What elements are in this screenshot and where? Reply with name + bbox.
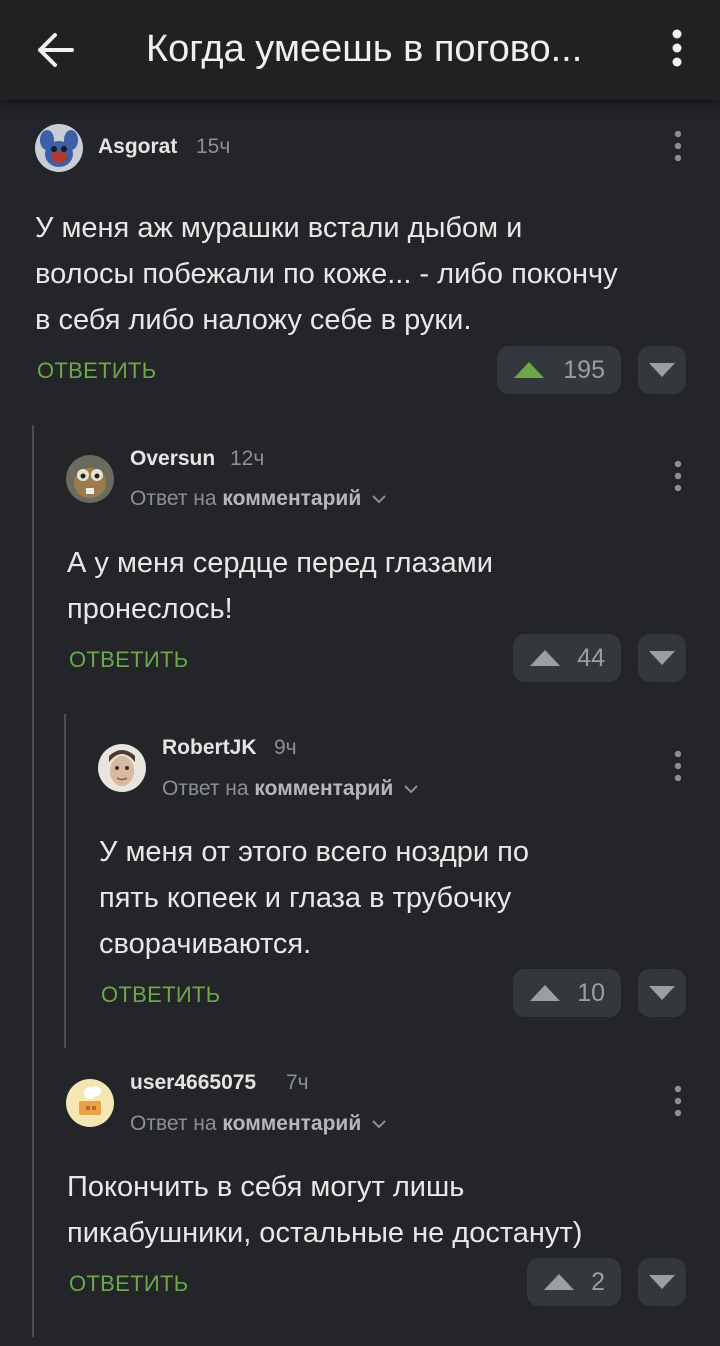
reply-button[interactable]: ОТВЕТИТЬ (101, 982, 220, 1008)
username[interactable]: user4665075 (130, 1071, 256, 1095)
reply-to-link[interactable]: Ответ на комментарий (130, 487, 387, 511)
more-vertical-icon[interactable] (668, 456, 688, 496)
vote-count: 44 (577, 644, 605, 672)
comment-text: А у меня сердце перед глазами пронеслось… (67, 540, 687, 632)
username[interactable]: Asgorat (98, 135, 177, 159)
reply-to-prefix: Ответ на (162, 777, 255, 800)
downvote-button[interactable] (638, 1258, 686, 1306)
upvote-button[interactable]: 2 (527, 1258, 621, 1306)
upvote-arrow-icon (544, 1274, 574, 1290)
upvote-button[interactable]: 10 (513, 969, 621, 1017)
downvote-button[interactable] (638, 969, 686, 1017)
avatar[interactable] (35, 124, 83, 172)
avatar[interactable] (66, 455, 114, 503)
reply-to-target: комментарий (254, 777, 394, 800)
thread-line (64, 714, 66, 1048)
upvote-arrow-icon (530, 650, 560, 666)
downvote-arrow-icon (649, 1275, 675, 1289)
upvote-arrow-icon (514, 362, 544, 378)
username[interactable]: RobertJK (162, 736, 257, 760)
upvote-button[interactable]: 44 (513, 634, 621, 682)
top-bar: Когда умеешь в погово... (0, 0, 720, 100)
comment-text: У меня аж мурашки встали дыбом и волосы … (35, 205, 695, 343)
chevron-down-icon (372, 495, 386, 504)
comment-line: А у меня сердце перед глазами (67, 547, 493, 579)
more-vertical-icon[interactable] (668, 746, 688, 786)
avatar[interactable] (66, 1079, 114, 1127)
chevron-down-icon (372, 1120, 386, 1129)
vote-count: 2 (591, 1268, 605, 1296)
vote-count: 195 (563, 356, 605, 384)
timestamp: 15ч (196, 135, 231, 158)
downvote-arrow-icon (649, 986, 675, 1000)
upvote-arrow-icon (530, 985, 560, 1001)
reply-button[interactable]: ОТВЕТИТЬ (69, 647, 188, 673)
reply-to-target: комментарий (222, 487, 362, 510)
comment-line: пять копеек и глаза в трубочку (99, 882, 512, 914)
downvote-button[interactable] (638, 634, 686, 682)
comment-line: У меня от этого всего ноздри по (99, 836, 529, 868)
more-vertical-icon[interactable] (660, 24, 694, 72)
page-title: Когда умеешь в погово... (146, 28, 583, 70)
downvote-arrow-icon (649, 651, 675, 665)
comment-text: Покончить в себя могут лишь пикабушники,… (67, 1164, 697, 1256)
username[interactable]: Oversun (130, 447, 215, 471)
comment-line: У меня аж мурашки встали дыбом и (35, 212, 523, 244)
reply-button[interactable]: ОТВЕТИТЬ (69, 1271, 188, 1297)
downvote-button[interactable] (638, 346, 686, 394)
comment-line: волосы побежали по коже... - либо поконч… (35, 258, 618, 290)
comment-line: Покончить в себя могут лишь (67, 1171, 465, 1203)
reply-to-target: комментарий (222, 1112, 362, 1135)
comment-line: пронеслось! (67, 593, 233, 625)
chevron-down-icon (404, 785, 418, 794)
reply-to-link[interactable]: Ответ на комментарий (162, 777, 419, 801)
back-arrow-icon[interactable] (28, 26, 84, 74)
reply-to-link[interactable]: Ответ на комментарий (130, 1112, 387, 1136)
more-vertical-icon[interactable] (668, 126, 688, 166)
comment-line: в себя либо наложу себе в руки. (35, 304, 472, 336)
reply-to-prefix: Ответ на (130, 1112, 223, 1135)
thread-line (32, 425, 34, 1337)
timestamp: 12ч (230, 447, 265, 470)
upvote-button[interactable]: 195 (497, 346, 621, 394)
avatar[interactable] (98, 744, 146, 792)
comment-text: У меня от этого всего ноздри по пять коп… (99, 829, 689, 967)
more-vertical-icon[interactable] (668, 1081, 688, 1121)
timestamp: 7ч (286, 1071, 309, 1094)
comment-line: пикабушники, остальные не достанут) (67, 1217, 583, 1249)
reply-button[interactable]: ОТВЕТИТЬ (37, 358, 156, 384)
reply-to-prefix: Ответ на (130, 487, 223, 510)
vote-count: 10 (577, 979, 605, 1007)
downvote-arrow-icon (649, 363, 675, 377)
comment-line: сворачиваются. (99, 928, 312, 960)
timestamp: 9ч (274, 736, 297, 759)
